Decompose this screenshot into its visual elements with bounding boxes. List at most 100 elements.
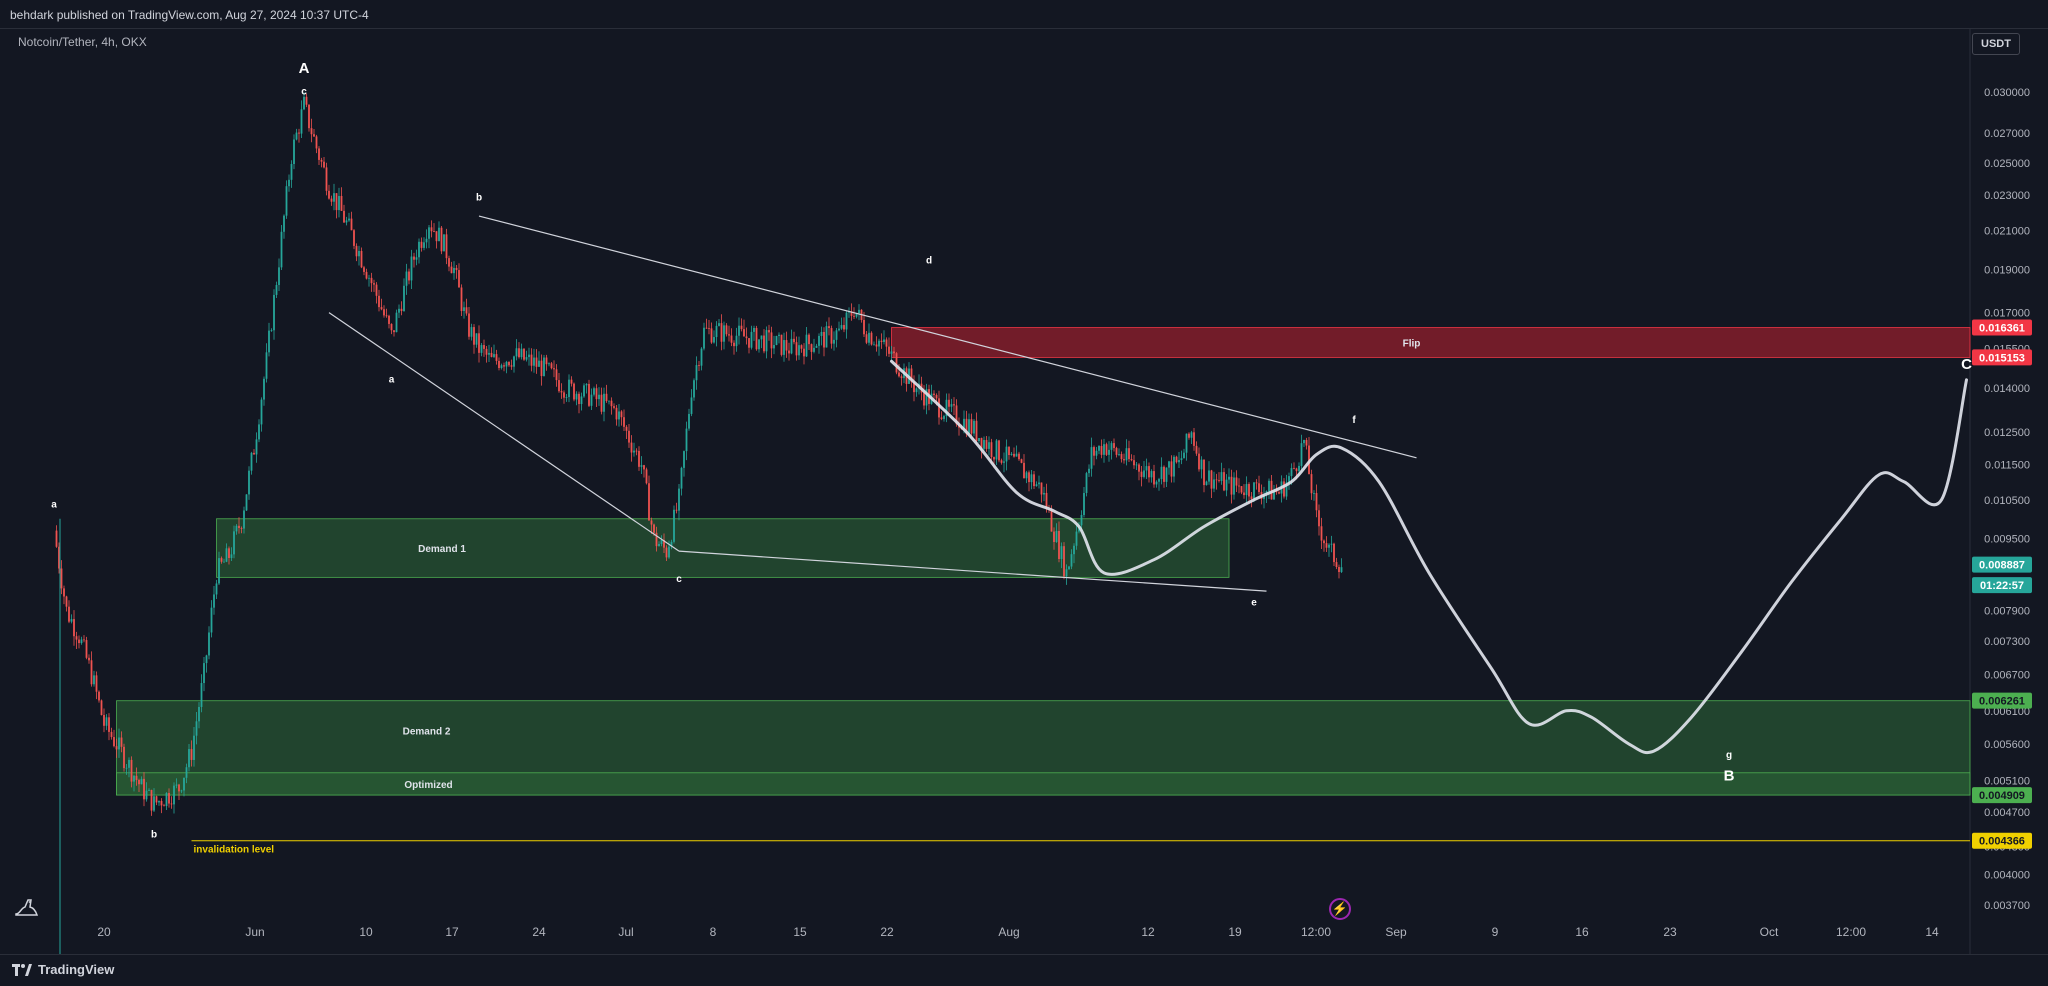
candle-body [108,717,110,732]
candle-body [70,619,73,622]
candle-body [870,332,873,345]
candle-body [210,607,213,633]
x-tick-label: 8 [710,925,717,939]
candle-body [368,277,370,279]
dino-icon[interactable] [12,892,40,920]
lightning-bolt-icon[interactable]: ⚡ [1329,898,1351,920]
candle-body [668,546,670,558]
candle-body [1018,453,1020,460]
wave-label: e [1251,597,1257,608]
wave-label: b [476,192,482,203]
candle-body [683,451,685,468]
candle-body [765,330,768,352]
candle-body [278,267,280,285]
candle-body [345,220,348,223]
candle-body [385,315,388,317]
y-tick-label: 0.005600 [1984,739,2030,751]
candle-body [200,683,203,707]
price-chart[interactable]: 0.030000 0.027000 0.025000 0.023000 0.021000… [0,29,2048,954]
candle-body [950,404,953,407]
candle-body [768,330,770,333]
candle-body [638,450,640,467]
candle-body [800,345,803,349]
candle-body [175,784,178,786]
candle-body [1170,461,1173,477]
tradingview-brand[interactable]: TradingView [12,962,114,977]
candle-body [308,104,310,129]
candle-body [1033,474,1035,487]
candle-body [300,109,303,134]
candle-body [1070,554,1073,567]
candle-body [500,365,503,368]
candle-body [630,442,633,453]
candle-body [1298,465,1300,472]
candle-body [585,383,588,386]
candle-body [828,326,830,329]
candle-body [995,440,998,460]
tradingview-logo-icon [12,963,32,976]
candle-body [823,331,825,348]
candle-body [943,416,945,419]
candle-body [780,334,783,355]
candle-body [1305,439,1308,446]
x-tick-label: 12:00 [1301,925,1331,939]
candle-body [825,326,828,348]
candle-body [1043,492,1045,495]
candle-body [1213,479,1215,489]
candle-body [90,660,93,685]
currency-button[interactable]: USDT [1972,33,2020,55]
wave-label: c [676,574,682,585]
candle-body [1240,486,1243,493]
candle-body [1028,472,1030,483]
candle-body [515,348,518,357]
candle-body [565,397,568,398]
candle-body [1300,443,1303,466]
candle-body [923,392,925,406]
y-tick-label: 0.009500 [1984,534,2030,546]
candle-body [728,334,730,336]
candle-body [1283,481,1285,497]
candle-body [450,266,453,274]
y-tick-label: 0.027000 [1984,128,2030,140]
candle-body [390,323,393,331]
candle-body [983,440,985,449]
candle-body [1143,470,1145,477]
candle-body [1215,479,1218,481]
y-tick-label: 0.006700 [1984,669,2030,681]
candle-body [595,388,598,400]
candle-body [1095,450,1098,456]
candle-body [318,148,320,160]
candle-body [448,258,450,267]
candle-body [205,655,208,664]
symbol-description[interactable]: Notcoin/Tether, 4h, OKX [18,35,147,49]
candle-body [135,775,138,780]
candle-body [703,327,705,349]
candle-body [373,283,375,285]
candle-body [75,636,78,640]
x-tick-label: Jun [245,925,264,939]
candle-body [915,388,918,393]
candle-body [388,315,390,324]
candle-body [393,330,395,333]
price-label: 0.004366 [1979,836,2025,848]
candle-body [485,348,488,355]
candle-body [183,777,185,791]
candle-body [745,336,748,339]
brand-label: TradingView [38,962,115,977]
candle-body [60,568,63,589]
candle-body [1068,566,1070,570]
candle-body [420,241,423,248]
candle-body [1013,453,1015,457]
candle-body [685,428,688,452]
candle-body [303,96,305,110]
candle-body [510,365,513,367]
chart-frame[interactable]: 0.030000 0.027000 0.025000 0.023000 0.021000… [0,29,2048,954]
y-tick-label: 0.007300 [1984,636,2030,648]
y-tick-label: 0.005100 [1984,775,2030,787]
candle-body [538,360,540,367]
candle-body [150,789,153,811]
candle-body [63,588,65,597]
candle-body [158,800,160,803]
candle-body [1293,468,1295,469]
candle-body [1098,445,1100,451]
